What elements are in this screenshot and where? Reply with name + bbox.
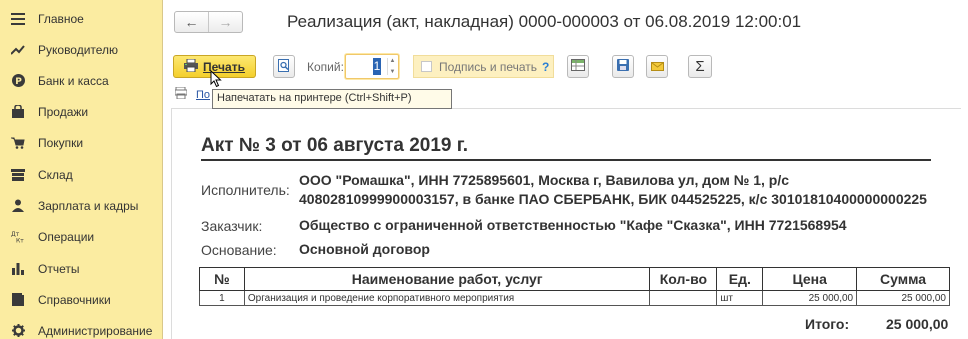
col-header-unit: Ед. (716, 267, 764, 291)
cell-unit: шт (716, 290, 764, 306)
person-icon (9, 199, 27, 213)
copies-value[interactable]: 1 (373, 58, 381, 75)
sign-and-print-checkbox[interactable] (421, 61, 432, 72)
sidebar-item-admin[interactable]: Администрирование (0, 315, 163, 339)
sidebar-item-label: Администрирование (38, 323, 153, 338)
settings-button[interactable] (567, 55, 589, 78)
sidebar-item-manager[interactable]: Руководителю (0, 34, 163, 65)
col-header-sum: Сумма (856, 267, 950, 291)
sidebar-item-operations[interactable]: Дт Кт Операции (0, 221, 163, 252)
sum-button[interactable]: Σ (688, 55, 712, 78)
book-icon (9, 293, 27, 307)
sidebar-item-purchases[interactable]: Покупки (0, 127, 163, 158)
trend-icon (9, 43, 27, 57)
print-tooltip: Напечатать на принтере (Ctrl+Shift+P) (212, 89, 452, 109)
services-table: № Наименование работ, услуг Кол-во Ед. Ц… (199, 267, 950, 306)
mouse-cursor-icon (210, 70, 222, 88)
spin-down-icon[interactable]: ▼ (390, 69, 396, 75)
table-header-row: № Наименование работ, услуг Кол-во Ед. Ц… (199, 267, 950, 291)
basis-value: Основной договор (299, 241, 430, 257)
basis-label: Основание: (201, 242, 277, 258)
svg-text:Кт: Кт (16, 238, 24, 244)
sidebar-item-label: Руководителю (38, 42, 119, 57)
svg-text:P: P (15, 77, 22, 87)
sidebar-item-label: Операции (38, 229, 95, 244)
sidebar-item-label: Склад (38, 167, 73, 182)
sidebar-item-label: Зарплата и кадры (38, 198, 139, 213)
cell-sum: 25 000,00 (856, 290, 950, 306)
sidebar-item-label: Справочники (38, 292, 111, 307)
sign-and-print-toggle[interactable]: Подпись и печать ? (413, 55, 554, 78)
sidebar-item-label: Продажи (38, 104, 89, 119)
gear-icon (9, 324, 27, 338)
ruble-icon: P (9, 74, 27, 88)
customer-value: Общество с ограниченной ответственностью… (299, 217, 847, 233)
menu-icon (9, 12, 27, 26)
executor-line-2: 40802810999900003157, в банке ПАО СБЕРБА… (299, 191, 927, 207)
preview-icon (278, 58, 290, 75)
col-header-qty: Кол-во (649, 267, 718, 291)
col-header-price: Цена (762, 267, 858, 291)
cell-price: 25 000,00 (762, 290, 858, 306)
copies-stepper[interactable]: ▲ ▼ (387, 58, 397, 75)
sidebar-item-main[interactable]: Главное (0, 3, 163, 34)
sign-and-print-label: Подпись и печать (439, 59, 538, 74)
cell-name: Организация и проведение корпоративного … (243, 290, 651, 306)
customer-label: Заказчик: (201, 218, 263, 234)
sidebar-item-warehouse[interactable]: Склад (0, 159, 163, 190)
print-forms-link[interactable]: По (196, 89, 210, 101)
cell-qty (649, 290, 718, 306)
sidebar: Главное Руководителю P Банк и касса Прод… (0, 0, 163, 339)
heading-divider (201, 159, 931, 161)
envelope-icon (650, 60, 664, 74)
act-heading: Акт № 3 от 06 августа 2019 г. (201, 135, 469, 156)
floppy-disk-icon (617, 59, 629, 74)
save-button[interactable] (612, 55, 634, 78)
sidebar-item-references[interactable]: Справочники (0, 284, 163, 315)
sidebar-item-label: Главное (38, 11, 84, 26)
help-icon[interactable]: ? (542, 60, 549, 74)
page-title: Реализация (акт, накладная) 0000-000003 … (287, 12, 802, 31)
preview-button[interactable] (273, 55, 295, 78)
arrow-left-icon: ← (184, 14, 199, 30)
sidebar-item-label: Отчеты (38, 261, 80, 276)
sidebar-item-bank[interactable]: P Банк и касса (0, 65, 163, 96)
table-settings-icon (571, 59, 585, 74)
bag-icon (9, 105, 27, 119)
sidebar-item-label: Покупки (38, 135, 84, 150)
cell-number: 1 (199, 290, 245, 306)
executor-label: Исполнитель: (201, 182, 290, 198)
total-value: 25 000,00 (886, 316, 949, 332)
sidebar-item-label: Банк и касса (38, 73, 109, 88)
copies-label: Копий: (307, 60, 344, 74)
arrow-right-icon: → (218, 14, 233, 30)
warehouse-icon (9, 168, 27, 182)
sidebar-item-sales[interactable]: Продажи (0, 96, 163, 127)
printer-icon (184, 58, 199, 75)
document-link-icon[interactable] (174, 86, 188, 100)
sidebar-item-payroll[interactable]: Зарплата и кадры (0, 190, 163, 221)
spin-up-icon[interactable]: ▲ (390, 58, 396, 64)
navigation-buttons: ← → (174, 11, 243, 33)
forward-button[interactable]: → (208, 12, 242, 32)
sidebar-item-reports[interactable]: Отчеты (0, 253, 163, 284)
total-label: Итого: (805, 316, 850, 332)
email-button[interactable] (646, 55, 668, 78)
col-header-number: № (199, 267, 245, 291)
sigma-icon: Σ (695, 58, 705, 75)
executor-line-1: ООО "Ромашка", ИНН 7725895601, Москва г,… (299, 172, 790, 188)
dtkt-icon: Дт Кт (9, 230, 27, 244)
col-header-name: Наименование работ, услуг (243, 267, 651, 291)
back-button[interactable]: ← (175, 12, 208, 32)
cart-icon (9, 136, 27, 150)
bar-chart-icon (9, 262, 27, 276)
table-row: 1 Организация и проведение корпоративног… (199, 290, 950, 306)
main-area: ← → Реализация (акт, накладная) 0000-000… (164, 0, 968, 339)
